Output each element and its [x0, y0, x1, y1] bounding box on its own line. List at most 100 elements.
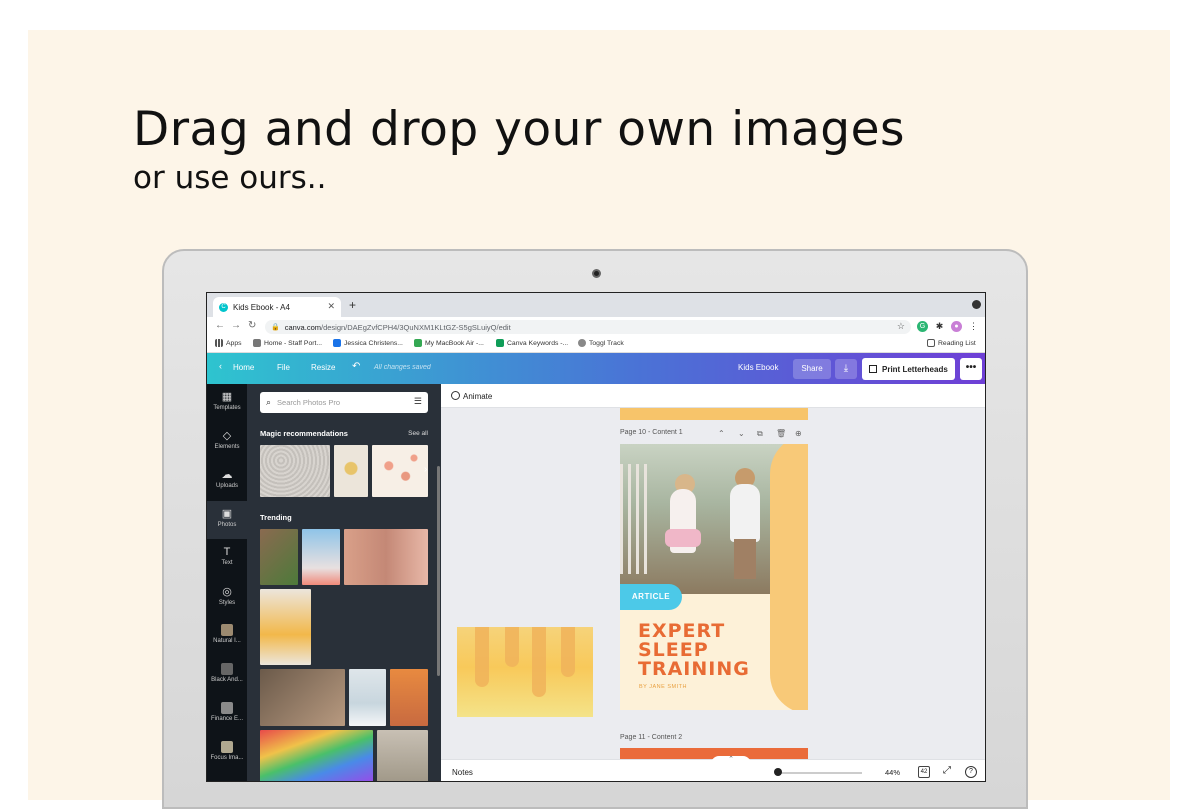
add-page-icon[interactable]: ⊕: [795, 429, 802, 438]
bookmark-toggl[interactable]: Toggl Track: [578, 339, 624, 347]
photo-thumbnail[interactable]: [334, 445, 368, 497]
back-icon[interactable]: ←: [215, 320, 225, 331]
design-canvas: Animate Page 10 - Content 1 ⌃ ⌄ ⧉ 🗑 ⊕ AR…: [441, 384, 985, 781]
boy-legs-shape: [734, 539, 756, 579]
new-tab-icon[interactable]: +: [349, 298, 356, 312]
page-count-button[interactable]: 42: [918, 766, 930, 778]
photo-thumbnail[interactable]: [260, 529, 298, 585]
folder-thumb-icon: [221, 702, 233, 714]
rail-uploads[interactable]: ☁ Uploads: [207, 462, 247, 500]
resize-button[interactable]: Resize: [311, 363, 335, 372]
photos-icon: ▣: [221, 508, 233, 520]
rail-photos[interactable]: ▣ Photos: [207, 501, 247, 539]
animate-icon: [451, 391, 460, 400]
outlook-icon: [333, 339, 341, 347]
photos-panel: ⌕ Search Photos Pro ☰ Magic recommendati…: [247, 384, 441, 781]
bookmark-jessica[interactable]: Jessica Christens...: [333, 339, 403, 347]
bookmark-apps[interactable]: Apps: [215, 339, 242, 347]
home-button[interactable]: Home: [233, 363, 254, 372]
honey-drip-shape: [475, 627, 489, 687]
upload-icon: ☁: [221, 469, 233, 481]
yellow-wave-shape[interactable]: [770, 444, 808, 710]
photo-thumbnail[interactable]: [390, 669, 428, 726]
rail-finance[interactable]: Finance E...: [207, 696, 247, 734]
trending-heading: Trending: [260, 513, 292, 522]
photo-thumbnail[interactable]: [302, 529, 340, 585]
chevron-up-icon[interactable]: ⌃: [711, 756, 751, 764]
star-icon[interactable]: ☆: [897, 321, 905, 332]
more-options-button[interactable]: •••: [960, 358, 982, 380]
url-path: /design/DAEgZvfCPH4/3QuNXM1KLtGZ-S5gSLui…: [321, 322, 511, 332]
templates-icon: ▦: [221, 391, 233, 403]
share-button[interactable]: Share: [793, 359, 831, 379]
chevron-right-icon[interactable]: ›: [424, 464, 427, 475]
delete-page-icon[interactable]: 🗑: [776, 429, 786, 438]
honey-drip-shape: [505, 627, 519, 667]
undo-icon[interactable]: ↶: [352, 361, 360, 372]
photo-thumbnail[interactable]: [260, 730, 373, 781]
bookmark-macbook[interactable]: My MacBook Air -...: [414, 339, 484, 347]
home-icon: [253, 339, 261, 347]
filter-icon[interactable]: ☰: [414, 396, 422, 407]
rail-black-and[interactable]: Black And...: [207, 657, 247, 695]
subheadline: or use ours..: [133, 160, 327, 196]
drive-icon: [414, 339, 422, 347]
folder-thumb-icon: [221, 741, 233, 753]
byline[interactable]: BY JANE SMITH: [639, 684, 687, 690]
honey-drip-shape: [532, 627, 546, 697]
download-icon[interactable]: ⤓: [835, 359, 857, 379]
help-button[interactable]: ?: [965, 766, 977, 778]
reload-icon[interactable]: ↻: [248, 320, 256, 331]
file-menu[interactable]: File: [277, 363, 290, 372]
page-10-header: Page 10 - Content 1 ⌃ ⌄ ⧉ 🗑 ⊕: [620, 429, 808, 439]
profile-avatar-icon[interactable]: ●: [951, 321, 962, 332]
duplicate-page-icon[interactable]: ⧉: [757, 429, 763, 439]
url-field[interactable]: 🔒 canva.com/design/DAEgZvfCPH4/3QuNXM1KL…: [265, 320, 911, 334]
chrome-menu-icon[interactable]: ⋮: [968, 321, 979, 332]
rail-focus[interactable]: Focus Ima...: [207, 735, 247, 773]
panel-scrollbar[interactable]: [437, 466, 440, 676]
rail-natural[interactable]: Natural I...: [207, 618, 247, 656]
photo-thumbnail[interactable]: [260, 669, 345, 726]
move-up-icon[interactable]: ⌃: [718, 429, 725, 438]
close-tab-icon[interactable]: ✕: [327, 301, 335, 312]
photo-thumbnail[interactable]: [344, 529, 428, 585]
extensions-icon[interactable]: ✱: [934, 321, 945, 332]
print-letterheads-button[interactable]: Print Letterheads: [862, 358, 955, 380]
page-title[interactable]: EXPERT SLEEP TRAINING: [638, 622, 750, 679]
rail-styles[interactable]: ◎ Styles: [207, 579, 247, 617]
animate-button[interactable]: Animate: [463, 392, 492, 401]
see-all-link[interactable]: See all: [408, 430, 428, 437]
document-title[interactable]: Kids Ebook: [738, 363, 778, 372]
notes-button[interactable]: Notes: [452, 768, 473, 777]
rail-templates[interactable]: ▦ Templates: [207, 384, 247, 422]
zoom-slider[interactable]: [776, 772, 862, 774]
chevron-left-icon[interactable]: ‹: [219, 361, 222, 371]
grammarly-extension-icon[interactable]: G: [917, 321, 928, 332]
footer-bar: ⌃ Notes 44% 42 ⤢ ?: [441, 756, 985, 781]
photo-thumbnail[interactable]: [377, 730, 428, 781]
page-10[interactable]: ARTICLE EXPERT SLEEP TRAINING BY JANE SM…: [620, 444, 808, 710]
zoom-level[interactable]: 44%: [885, 768, 900, 777]
move-down-icon[interactable]: ⌄: [738, 429, 745, 438]
animate-bar: Animate: [441, 384, 985, 408]
rail-elements[interactable]: ◇ Elements: [207, 423, 247, 461]
window-control-icon[interactable]: [972, 300, 981, 309]
browser-tab[interactable]: C Kids Ebook - A4 ✕: [213, 297, 341, 317]
photo-thumbnail[interactable]: [260, 589, 311, 665]
fullscreen-icon[interactable]: ⤢: [943, 765, 951, 776]
forward-icon[interactable]: →: [231, 320, 241, 331]
zoom-slider-handle[interactable]: [774, 768, 782, 776]
previous-page-strip[interactable]: [620, 408, 808, 420]
photo-thumbnail[interactable]: [260, 445, 330, 497]
photo-search-input[interactable]: ⌕ Search Photos Pro ☰: [260, 392, 428, 413]
bookmark-canva-keywords[interactable]: Canva Keywords -...: [496, 339, 568, 347]
reading-list[interactable]: Reading List: [927, 339, 976, 347]
article-badge[interactable]: ARTICLE: [620, 584, 682, 610]
photo-thumbnail[interactable]: [372, 445, 428, 497]
bookmark-staff-portal[interactable]: Home - Staff Port...: [253, 339, 322, 347]
dragged-honey-photo[interactable]: [457, 627, 593, 717]
photo-thumbnail[interactable]: [349, 669, 386, 726]
folder-thumb-icon: [221, 663, 233, 675]
rail-text[interactable]: T Text: [207, 540, 247, 578]
